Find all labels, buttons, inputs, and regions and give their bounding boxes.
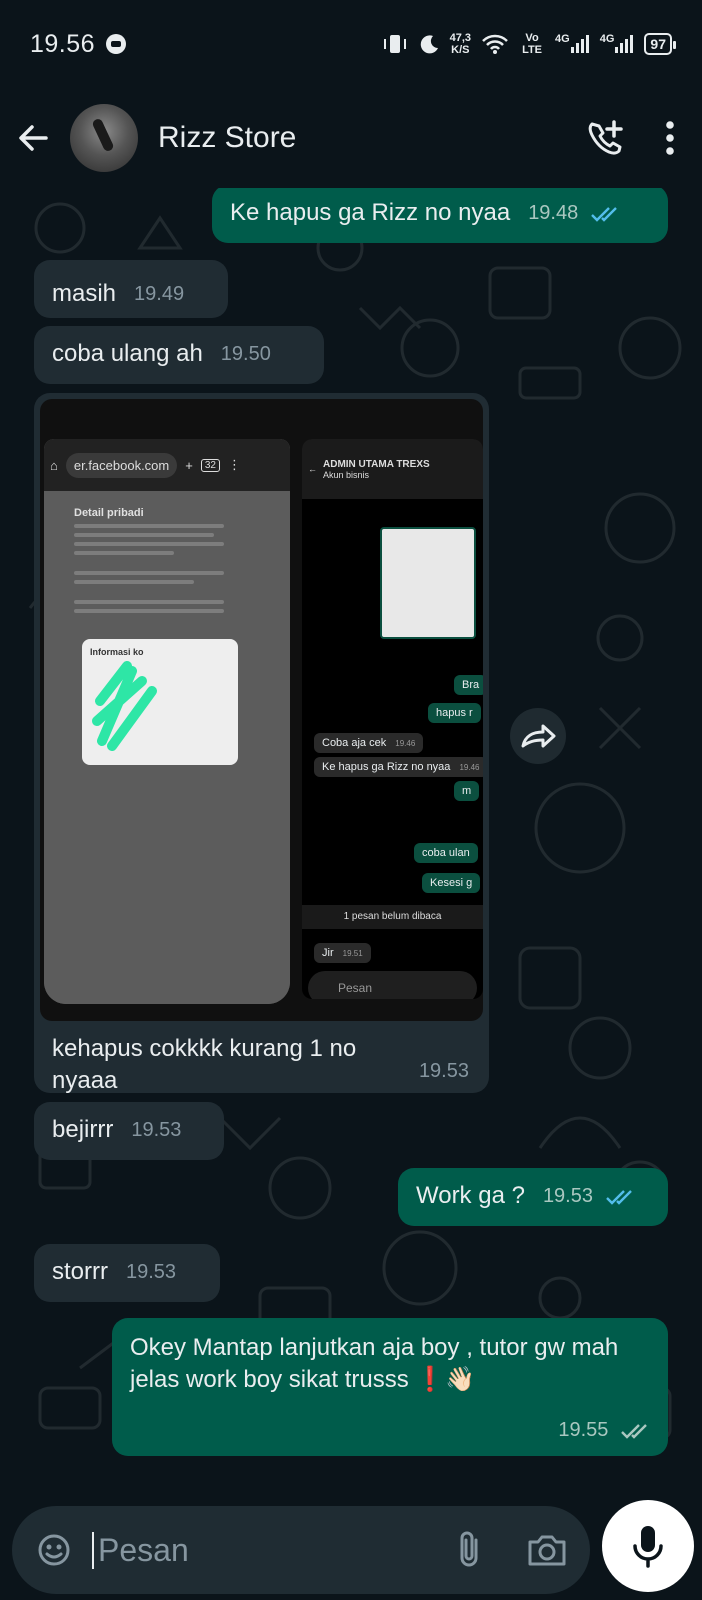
image-attachment[interactable]: ⌂ er.facebook.com + 32 ⋮ Detail pribadi … [40,399,483,1021]
sim1-label: 4G [555,33,570,45]
message-time: 19.53 [543,1180,635,1212]
message-incoming[interactable]: coba ulang ah 19.50 [34,326,324,384]
net-speed-value: 47,3 [449,32,472,44]
preview-mini-text: Jir [322,947,334,959]
message-outgoing[interactable]: Okey Mantap lanjutkan aja boy , tutor gw… [112,1318,668,1456]
sim2-label: 4G [599,33,615,45]
camera-icon[interactable] [526,1532,568,1568]
preview-mini-message: m [454,781,480,801]
notification-icon [105,33,127,55]
message-composer [0,1498,702,1600]
contact-name[interactable]: Rizz Store [158,121,296,155]
preview-mini-message: coba ulan [414,843,478,863]
preview-mini-text: Coba aja cek [322,737,387,749]
message-incoming[interactable]: storrr 19.53 [34,1244,220,1302]
message-incoming[interactable]: masih 19.49 [34,260,228,318]
message-time: 19.55 [558,1414,650,1446]
mic-icon [633,1526,663,1568]
wifi-icon [481,33,509,55]
preview-mini-message: Bra [454,675,483,695]
preview-mini-message: Coba aja cek 19.46 [314,733,424,753]
message-time: 19.49 [134,283,185,305]
preview-page-title: Detail pribadi [74,507,144,519]
read-ticks-icon [590,206,617,222]
message-outgoing[interactable]: Work ga ? 19.53 [398,1168,668,1226]
preview-mini-message: Ke hapus ga Rizz no nyaa 19.46 [314,757,483,777]
message-time: 19.53 [418,1060,469,1082]
message-time: 19.48 [528,197,620,229]
preview-back-icon: ← [308,464,317,474]
message-outgoing[interactable]: Ke hapus ga Rizz no nyaa 19.48 [212,188,668,243]
message-text: Work ga ? [416,1182,525,1209]
message-incoming[interactable]: bejirrr 19.53 [34,1102,224,1160]
preview-dialog: Informasi ko [82,639,238,765]
message-text: Okey Mantap lanjutkan aja boy , tutor gw… [130,1334,619,1393]
forward-icon [521,724,556,748]
preview-mini-text: Ke hapus ga Rizz no nyaa [322,761,451,773]
delivered-ticks-icon [621,1423,647,1439]
message-text: coba ulang ah [52,340,203,367]
preview-mini-message: Jir 19.51 [314,943,371,963]
message-time-value: 19.53 [542,1185,593,1207]
preview-mini-time: 19.51 [342,949,363,958]
forward-button[interactable] [510,708,566,764]
add-call-icon[interactable] [584,118,624,158]
back-arrow-icon[interactable] [16,121,50,155]
preview-unread-divider: 1 pesan belum dibaca [302,905,483,929]
attach-icon[interactable] [456,1530,482,1570]
image-caption: kehapus cokkkk kurang 1 no nyaaa [52,1035,357,1094]
message-input-container[interactable] [12,1506,590,1594]
preview-dialog-title: Informasi ko [90,647,144,657]
battery-indicator: 97 [644,33,676,55]
preview-browser-screen: ⌂ er.facebook.com + 32 ⋮ Detail pribadi … [44,439,290,1004]
green-scribble [92,661,157,751]
contact-avatar[interactable] [70,104,138,172]
status-time: 19.56 [30,29,96,58]
home-icon: ⌂ [50,457,58,473]
read-ticks-icon [605,1189,632,1205]
message-time-value: 19.55 [558,1419,609,1441]
preview-mini-message: Kesesi g [422,873,481,893]
tab-count: 32 [200,458,220,472]
preview-mini-time: 19.46 [395,739,416,748]
preview-image-thumb [380,527,476,639]
preview-contact-sub: Akun bisnis [323,469,370,480]
browser-menu-icon: ⋮ [227,457,241,472]
preview-input: Pesan [308,971,477,999]
preview-url-bar: ⌂ er.facebook.com + 32 ⋮ [44,439,290,491]
net-speed-unit: K/S [451,44,470,56]
message-time: 19.53 [131,1119,182,1141]
status-bar: 19.56 47,3 K/S Vo LTE 4G 4G 97 [0,0,702,88]
vibrate-icon [382,33,408,55]
volte-indicator: Vo LTE [522,32,543,56]
signal-sim1-icon: 4G [555,33,590,55]
more-vert-icon[interactable] [664,120,676,156]
chat-area[interactable]: Ke hapus ga Rizz no nyaa 19.48 masih 19.… [0,188,702,1498]
preview-whatsapp-screen: ← ADMIN UTAMA TREXS Akun bisnis Bra hapu… [302,439,483,999]
message-time-value: 19.48 [528,202,579,224]
message-time: 19.53 [126,1261,177,1283]
preview-url: er.facebook.com [65,452,178,478]
net-speed: 47,3 K/S [450,32,471,56]
message-time: 19.50 [220,343,271,365]
message-text: storrr [52,1258,108,1285]
message-input[interactable] [92,1531,392,1569]
signal-sim2-icon: 4G [600,33,635,55]
chat-header: Rizz Store [0,88,702,188]
preview-chat-header: ← ADMIN UTAMA TREXS Akun bisnis [302,439,483,499]
message-text: masih [52,280,117,307]
message-incoming-image[interactable]: ⌂ er.facebook.com + 32 ⋮ Detail pribadi … [34,393,489,1094]
message-text: bejirrr [52,1116,114,1143]
dnd-moon-icon [418,33,440,55]
new-tab-icon: + [185,457,193,473]
preview-mini-message: hapus r [428,703,481,723]
preview-contact-name: ADMIN UTAMA TREXS [323,458,430,470]
message-text: Ke hapus ga Rizz no nyaa [230,199,511,226]
preview-mini-time: 19.46 [459,763,480,772]
sticker-icon[interactable] [34,1530,74,1570]
mic-button[interactable] [602,1500,694,1592]
